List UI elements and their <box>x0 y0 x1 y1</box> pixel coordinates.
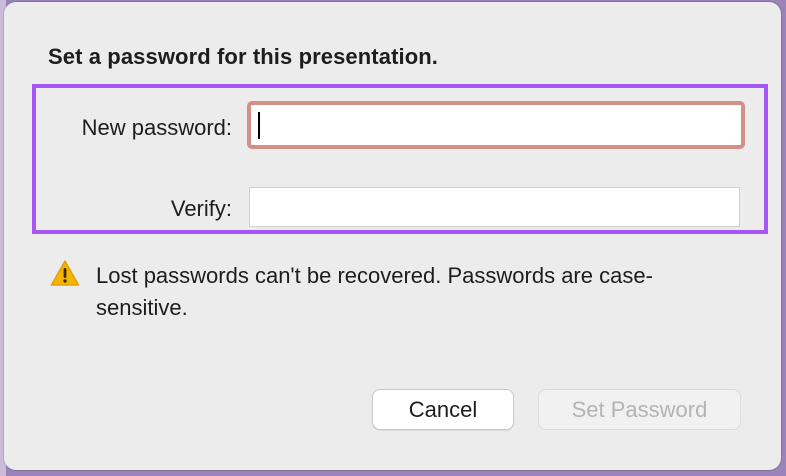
password-dialog: Set a password for this presentation. Ne… <box>4 2 781 470</box>
text-caret <box>258 112 260 139</box>
new-password-label: New password: <box>81 115 232 140</box>
new-password-field[interactable] <box>247 101 745 149</box>
verify-password-field[interactable] <box>249 187 740 227</box>
warning-triangle-icon <box>50 260 80 286</box>
set-password-button[interactable]: Set Password <box>538 389 741 430</box>
verify-label: Verify: <box>170 196 232 221</box>
warning-message: Lost passwords can't be recovered. Passw… <box>96 263 653 320</box>
dialog-title: Set a password for this presentation. <box>48 44 438 69</box>
cancel-button[interactable]: Cancel <box>372 389 514 430</box>
